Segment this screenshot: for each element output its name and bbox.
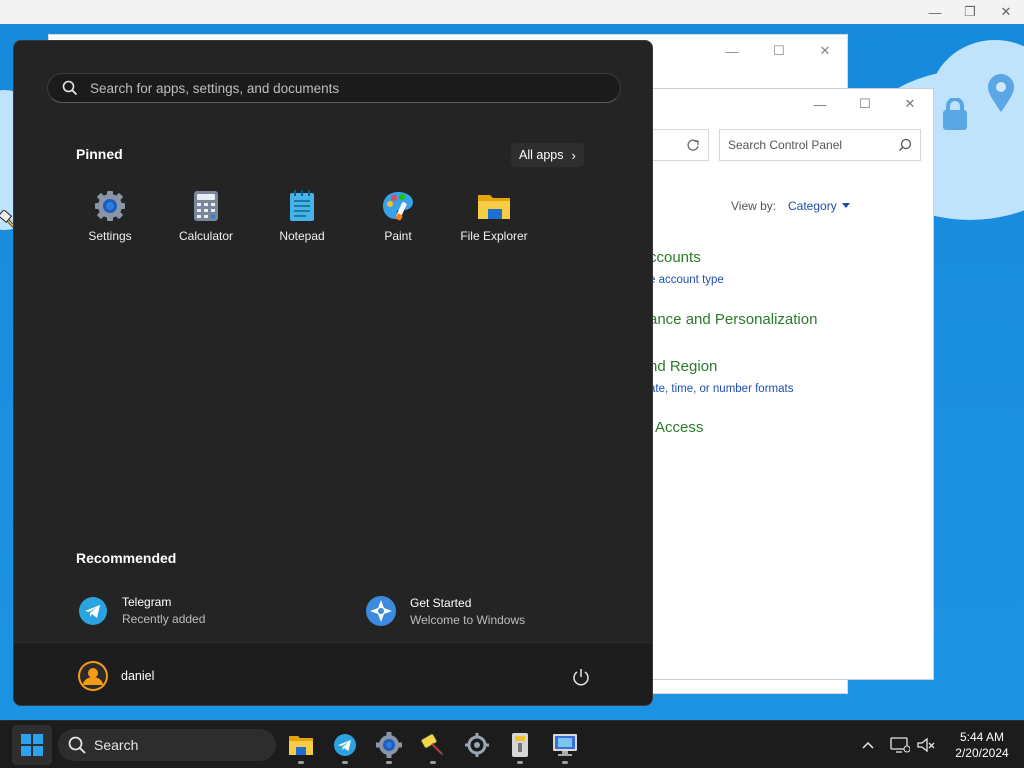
taskbar-monitor[interactable] xyxy=(545,725,585,765)
pinned-app-label: Settings xyxy=(88,229,132,243)
category-heading[interactable]: ance and Personalization xyxy=(649,311,817,328)
category-link[interactable]: e account type xyxy=(649,274,724,286)
taskbar-archive[interactable] xyxy=(500,725,540,765)
avatar xyxy=(78,661,108,691)
search-icon xyxy=(62,80,78,96)
background-window-titlebar: — ❐ ✕ xyxy=(0,0,1024,24)
recommended-item-get-started[interactable]: Get Started Welcome to Windows xyxy=(365,595,525,627)
maximize-button[interactable]: ☐ xyxy=(850,93,880,115)
recommended-item-title: Get Started xyxy=(410,595,472,610)
running-indicator xyxy=(298,761,304,764)
search-icon xyxy=(68,736,86,754)
start-button[interactable] xyxy=(12,725,52,765)
file-explorer-icon xyxy=(289,736,313,755)
chevron-down-icon xyxy=(841,203,850,208)
recommended-item-subtitle: Welcome to Windows xyxy=(410,612,526,627)
pinned-title: Pinned xyxy=(76,146,123,162)
volume-muted-icon[interactable] xyxy=(916,736,936,754)
all-apps-label: All apps xyxy=(519,148,564,162)
all-apps-button[interactable]: All apps › xyxy=(511,143,584,167)
system-tray xyxy=(860,721,936,768)
taskbar-settings-running[interactable] xyxy=(369,725,409,765)
maximize-button[interactable]: ☐ xyxy=(764,41,794,61)
category-heading[interactable]: ccounts xyxy=(649,249,701,266)
pinned-app-label: Notepad xyxy=(279,229,325,243)
taskbar: Search 5:44 AM 2/20/2024 xyxy=(0,720,1024,768)
calculator-icon xyxy=(189,189,223,223)
user-account-button[interactable]: daniel xyxy=(77,660,154,692)
search-icon xyxy=(899,138,912,151)
running-indicator xyxy=(386,761,392,764)
restore-button[interactable]: ❐ xyxy=(953,0,987,24)
view-by-dropdown[interactable]: Category xyxy=(788,199,850,213)
pinned-app-label: Calculator xyxy=(178,229,234,243)
monitor-icon xyxy=(553,734,577,756)
category-heading[interactable]: Access xyxy=(655,419,703,436)
file-explorer-icon xyxy=(477,189,511,223)
close-button[interactable]: ✕ xyxy=(810,41,840,61)
start-menu: Pinned All apps › xyxy=(13,40,653,706)
chevron-right-icon: › xyxy=(571,147,576,163)
get-started-icon xyxy=(366,596,396,626)
taskbar-file-explorer[interactable] xyxy=(281,725,321,765)
paint-icon xyxy=(381,189,415,223)
view-by-value: Category xyxy=(788,199,837,213)
pinned-app-file-explorer[interactable]: File Explorer xyxy=(446,189,542,249)
category-link[interactable]: ate, time, or number formats xyxy=(649,383,793,395)
chevron-up-icon[interactable] xyxy=(860,737,876,753)
taskbar-search[interactable]: Search xyxy=(58,729,276,761)
settings-icon xyxy=(465,733,489,757)
running-indicator xyxy=(342,761,348,764)
location-pin-icon xyxy=(988,74,1014,112)
refresh-icon[interactable] xyxy=(686,138,700,152)
paint-brush-icon xyxy=(420,733,445,757)
clock[interactable]: 5:44 AM 2/20/2024 xyxy=(944,729,1020,761)
minimize-button[interactable]: — xyxy=(805,93,835,115)
minimize-button[interactable]: — xyxy=(717,41,747,61)
minimize-button[interactable]: — xyxy=(918,0,952,24)
recommended-item-title: Telegram xyxy=(122,595,172,609)
start-search-input[interactable] xyxy=(90,80,590,96)
taskbar-paint-brush[interactable] xyxy=(413,725,453,765)
clock-date: 2/20/2024 xyxy=(955,746,1009,760)
pinned-app-calculator[interactable]: Calculator xyxy=(158,189,254,249)
pinned-app-paint[interactable]: Paint xyxy=(350,189,446,249)
start-search-box[interactable] xyxy=(47,73,621,103)
taskbar-settings[interactable] xyxy=(457,725,497,765)
lock-icon xyxy=(943,98,967,130)
chrome-settings-icon xyxy=(376,732,402,758)
power-icon[interactable] xyxy=(571,667,591,687)
pinned-app-notepad[interactable]: Notepad xyxy=(254,189,350,249)
running-indicator xyxy=(430,761,436,764)
control-panel-search-placeholder: Search Control Panel xyxy=(728,138,843,152)
user-name: daniel xyxy=(121,669,155,683)
pinned-app-label: File Explorer xyxy=(460,229,528,243)
running-indicator xyxy=(517,761,523,764)
taskbar-search-label: Search xyxy=(94,737,139,753)
control-panel-window: — ☐ ✕ Search Control Panel View by: Cate… xyxy=(620,88,934,680)
notepad-icon xyxy=(285,189,319,223)
windows-logo-icon xyxy=(21,734,43,756)
pinned-apps: Settings Calculator Notepad Paint File E… xyxy=(62,189,542,249)
telegram-icon xyxy=(334,734,356,756)
network-icon[interactable] xyxy=(890,736,910,754)
control-panel-search[interactable]: Search Control Panel xyxy=(719,129,921,161)
settings-icon xyxy=(93,189,127,223)
archive-icon xyxy=(512,733,528,757)
category-heading[interactable]: nd Region xyxy=(649,358,717,375)
recommended-title: Recommended xyxy=(76,550,177,566)
recommended-item-subtitle: Recently added xyxy=(122,612,206,626)
view-by-label: View by: xyxy=(731,199,777,213)
telegram-icon xyxy=(79,596,107,625)
pinned-app-label: Paint xyxy=(384,229,412,243)
clock-time: 5:44 AM xyxy=(959,730,1005,744)
recommended-item-telegram[interactable]: Telegram Recently added xyxy=(78,595,205,626)
start-menu-footer: daniel xyxy=(14,642,652,705)
running-indicator xyxy=(562,761,568,764)
pinned-app-settings[interactable]: Settings xyxy=(62,189,158,249)
taskbar-telegram[interactable] xyxy=(325,725,365,765)
close-button[interactable]: ✕ xyxy=(895,93,925,115)
close-button[interactable]: ✕ xyxy=(989,0,1023,24)
